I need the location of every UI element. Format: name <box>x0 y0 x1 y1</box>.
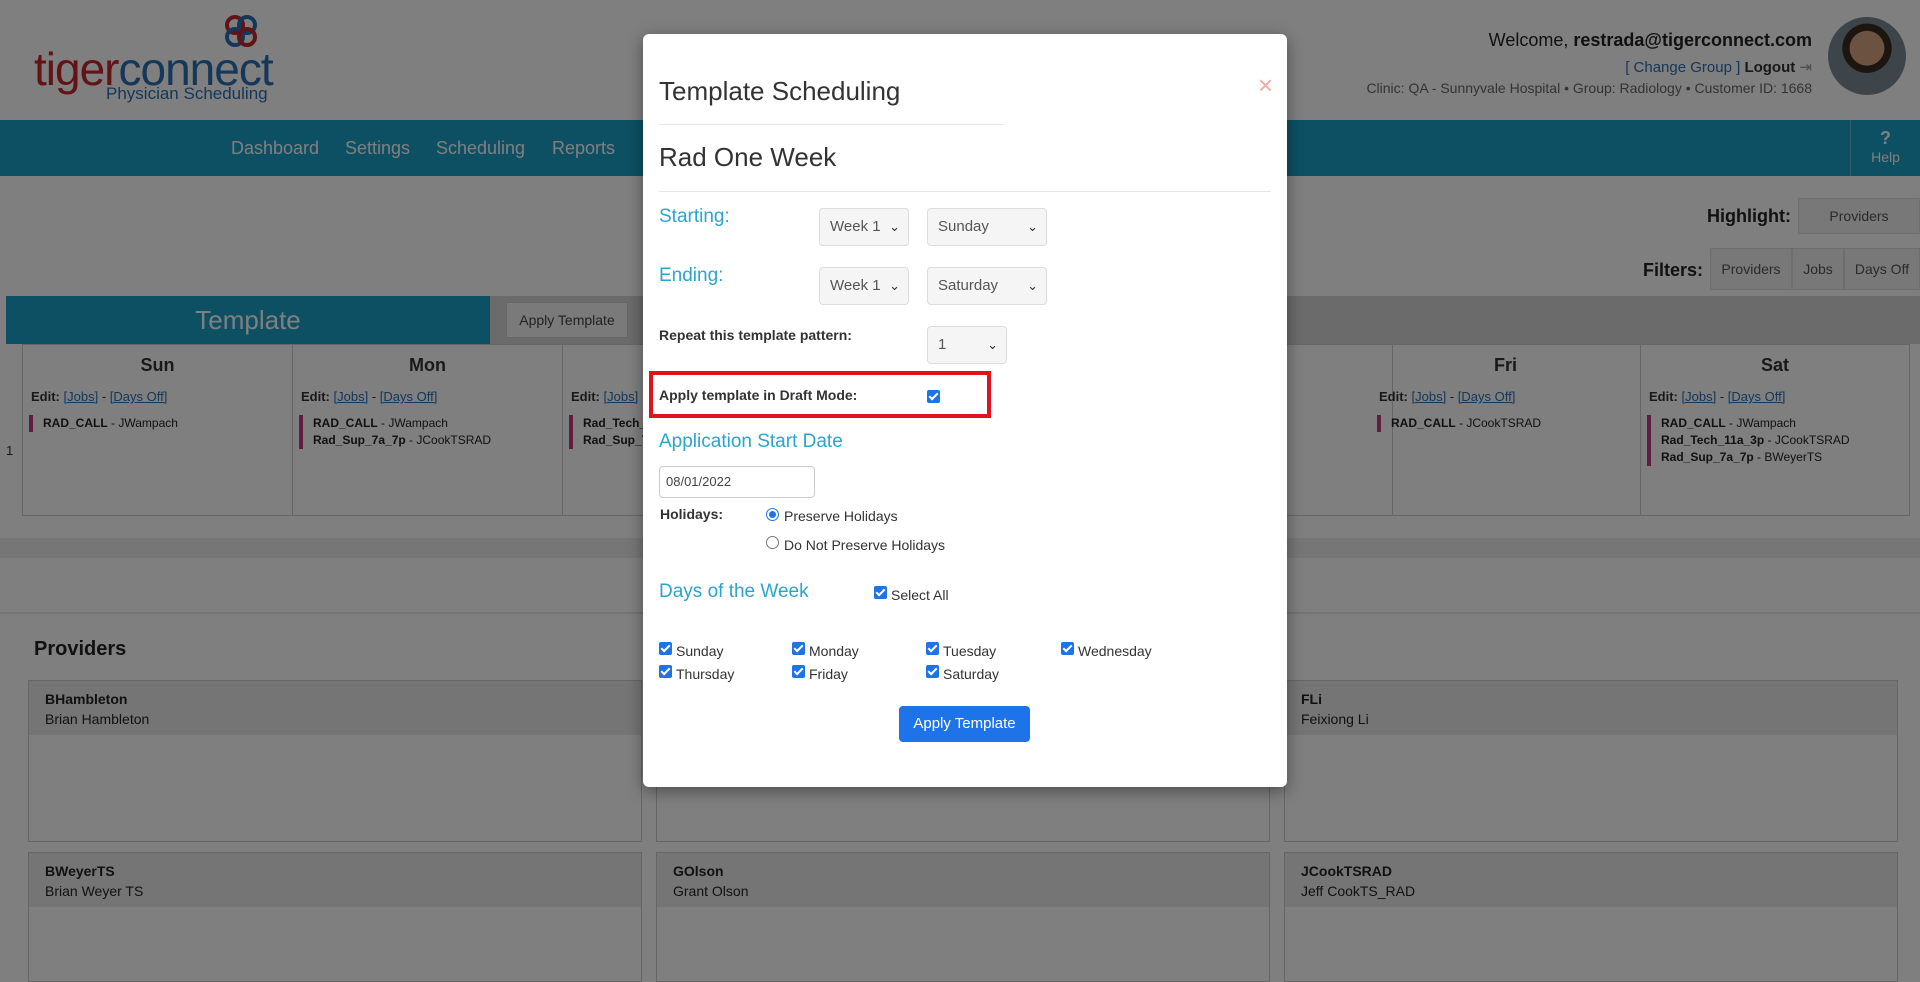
friday-label[interactable]: Friday <box>809 666 848 682</box>
wednesday-label[interactable]: Wednesday <box>1078 643 1152 659</box>
draft-mode-checkbox[interactable] <box>927 390 940 403</box>
preserve-holidays-label[interactable]: Preserve Holidays <box>784 508 898 524</box>
start-date-input[interactable]: 08/01/2022 <box>659 466 815 498</box>
chevron-down-icon: ⌄ <box>987 337 998 352</box>
ending-day-select[interactable]: Saturday ⌄ <box>927 267 1047 305</box>
tuesday-checkbox[interactable] <box>926 642 939 655</box>
do-not-preserve-holidays-radio[interactable] <box>766 536 779 549</box>
thursday-checkbox[interactable] <box>659 665 672 678</box>
ending-label: Ending: <box>659 265 724 286</box>
saturday-checkbox[interactable] <box>926 665 939 678</box>
draft-mode-label: Apply template in Draft Mode: <box>659 387 858 403</box>
start-date-label: Application Start Date <box>659 431 843 452</box>
repeat-label: Repeat this template pattern: <box>659 327 852 343</box>
wednesday-checkbox[interactable] <box>1061 642 1074 655</box>
do-not-preserve-holidays-label[interactable]: Do Not Preserve Holidays <box>784 537 945 553</box>
select-all-label[interactable]: Select All <box>891 587 949 603</box>
chevron-down-icon: ⌄ <box>889 278 900 293</box>
starting-day-select[interactable]: Sunday ⌄ <box>927 208 1047 246</box>
modal-title: Template Scheduling <box>659 76 901 106</box>
preserve-holidays-radio[interactable] <box>766 508 779 521</box>
starting-label: Starting: <box>659 206 730 227</box>
chevron-down-icon: ⌄ <box>1027 219 1038 234</box>
days-of-week-label: Days of the Week <box>659 581 809 602</box>
sunday-checkbox[interactable] <box>659 642 672 655</box>
holidays-label: Holidays: <box>660 506 724 522</box>
monday-checkbox[interactable] <box>792 642 805 655</box>
starting-week-select[interactable]: Week 1 ⌄ <box>819 208 909 246</box>
saturday-label[interactable]: Saturday <box>943 666 999 682</box>
monday-label[interactable]: Monday <box>809 643 859 659</box>
template-scheduling-modal: Template Scheduling × Rad One Week Start… <box>643 34 1287 787</box>
chevron-down-icon: ⌄ <box>889 219 900 234</box>
divider <box>659 191 1271 192</box>
apply-template-button[interactable]: Apply Template <box>899 706 1030 742</box>
ending-week-select[interactable]: Week 1 ⌄ <box>819 267 909 305</box>
select-all-checkbox[interactable] <box>874 586 887 599</box>
repeat-select[interactable]: 1 ⌄ <box>927 326 1007 364</box>
close-icon[interactable]: × <box>1258 70 1273 101</box>
thursday-label[interactable]: Thursday <box>676 666 734 682</box>
tuesday-label[interactable]: Tuesday <box>943 643 996 659</box>
friday-checkbox[interactable] <box>792 665 805 678</box>
divider <box>659 124 1003 125</box>
template-name: Rad One Week <box>659 142 837 172</box>
sunday-label[interactable]: Sunday <box>676 643 723 659</box>
chevron-down-icon: ⌄ <box>1027 278 1038 293</box>
